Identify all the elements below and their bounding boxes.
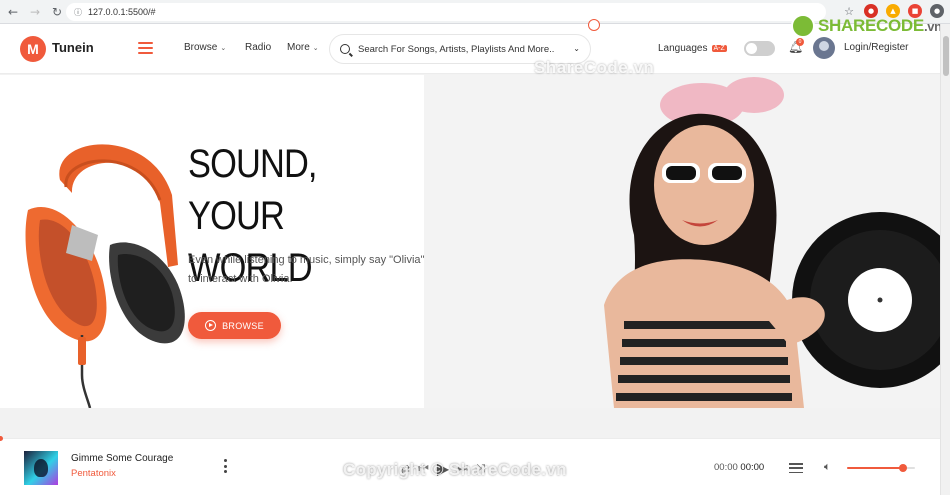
album-cover[interactable] <box>24 451 58 485</box>
browse-button[interactable]: BROWSE <box>188 312 281 339</box>
watermark-text: ShareCode.vn <box>534 58 655 77</box>
volume-fill <box>847 467 903 469</box>
hero-photo-illustration <box>424 75 940 408</box>
theme-toggle[interactable] <box>744 41 775 56</box>
language-badge: A-Z <box>711 44 727 52</box>
avatar[interactable] <box>813 37 835 59</box>
reload-icon[interactable]: ↻ <box>48 3 66 21</box>
info-icon[interactable]: ⓘ <box>74 7 82 18</box>
page-scrollbar[interactable] <box>940 24 950 495</box>
hero-image <box>424 75 940 408</box>
play-circle-icon <box>205 320 217 331</box>
nav-radio[interactable]: Radio <box>245 42 271 53</box>
login-register-link[interactable]: Login/Register <box>844 42 908 53</box>
time-display: 00:00 00:00 <box>714 462 765 473</box>
more-options-icon[interactable] <box>224 459 227 473</box>
volume-knob[interactable] <box>898 464 907 472</box>
search-icon[interactable] <box>340 44 350 54</box>
scrollbar-thumb[interactable] <box>943 36 949 76</box>
hero-subtitle: Even while listening to music, simply sa… <box>188 254 425 285</box>
url-text: 127.0.0.1:5500/# <box>88 7 156 17</box>
notification-badge: 0 <box>796 38 804 46</box>
song-artist[interactable]: Pentatonix <box>71 468 116 479</box>
search-input[interactable] <box>358 43 568 55</box>
progress-indicator[interactable] <box>0 436 3 441</box>
decorative-circle <box>588 19 600 31</box>
hero-left-panel: SOUND, YOUR WORLD Even while listening t… <box>0 75 489 408</box>
nav-more[interactable]: More ⌄ <box>287 42 319 53</box>
chevron-down-icon: ⌄ <box>220 44 227 52</box>
volume-icon[interactable]: 🔈︎ <box>824 460 831 474</box>
back-icon[interactable]: ← <box>4 3 22 21</box>
chevron-down-icon: ⌄ <box>312 44 319 52</box>
languages-selector[interactable]: Languages A-Z <box>658 43 727 54</box>
brand-name[interactable]: Tunein <box>52 40 94 55</box>
sharecode-logo: SHARECODE.vn <box>791 14 942 38</box>
song-title[interactable]: Gimme Some Courage <box>71 453 173 464</box>
hamburger-menu-icon[interactable] <box>138 42 153 54</box>
chevron-down-icon[interactable]: ⌄ <box>573 44 580 53</box>
forward-icon[interactable]: → <box>26 3 44 21</box>
leaf-icon <box>791 14 815 38</box>
playlist-icon[interactable] <box>789 463 803 473</box>
headphones-image <box>25 144 185 408</box>
address-bar[interactable]: ⓘ 127.0.0.1:5500/# <box>66 3 826 21</box>
logo-icon[interactable]: M <box>20 36 46 62</box>
nav-browse[interactable]: Browse ⌄ <box>184 42 226 53</box>
hero-banner: SOUND, YOUR WORLD Even while listening t… <box>0 75 940 408</box>
volume-slider[interactable] <box>847 464 915 472</box>
copyright-watermark: Copyright © ShareCode.vn <box>343 460 567 479</box>
